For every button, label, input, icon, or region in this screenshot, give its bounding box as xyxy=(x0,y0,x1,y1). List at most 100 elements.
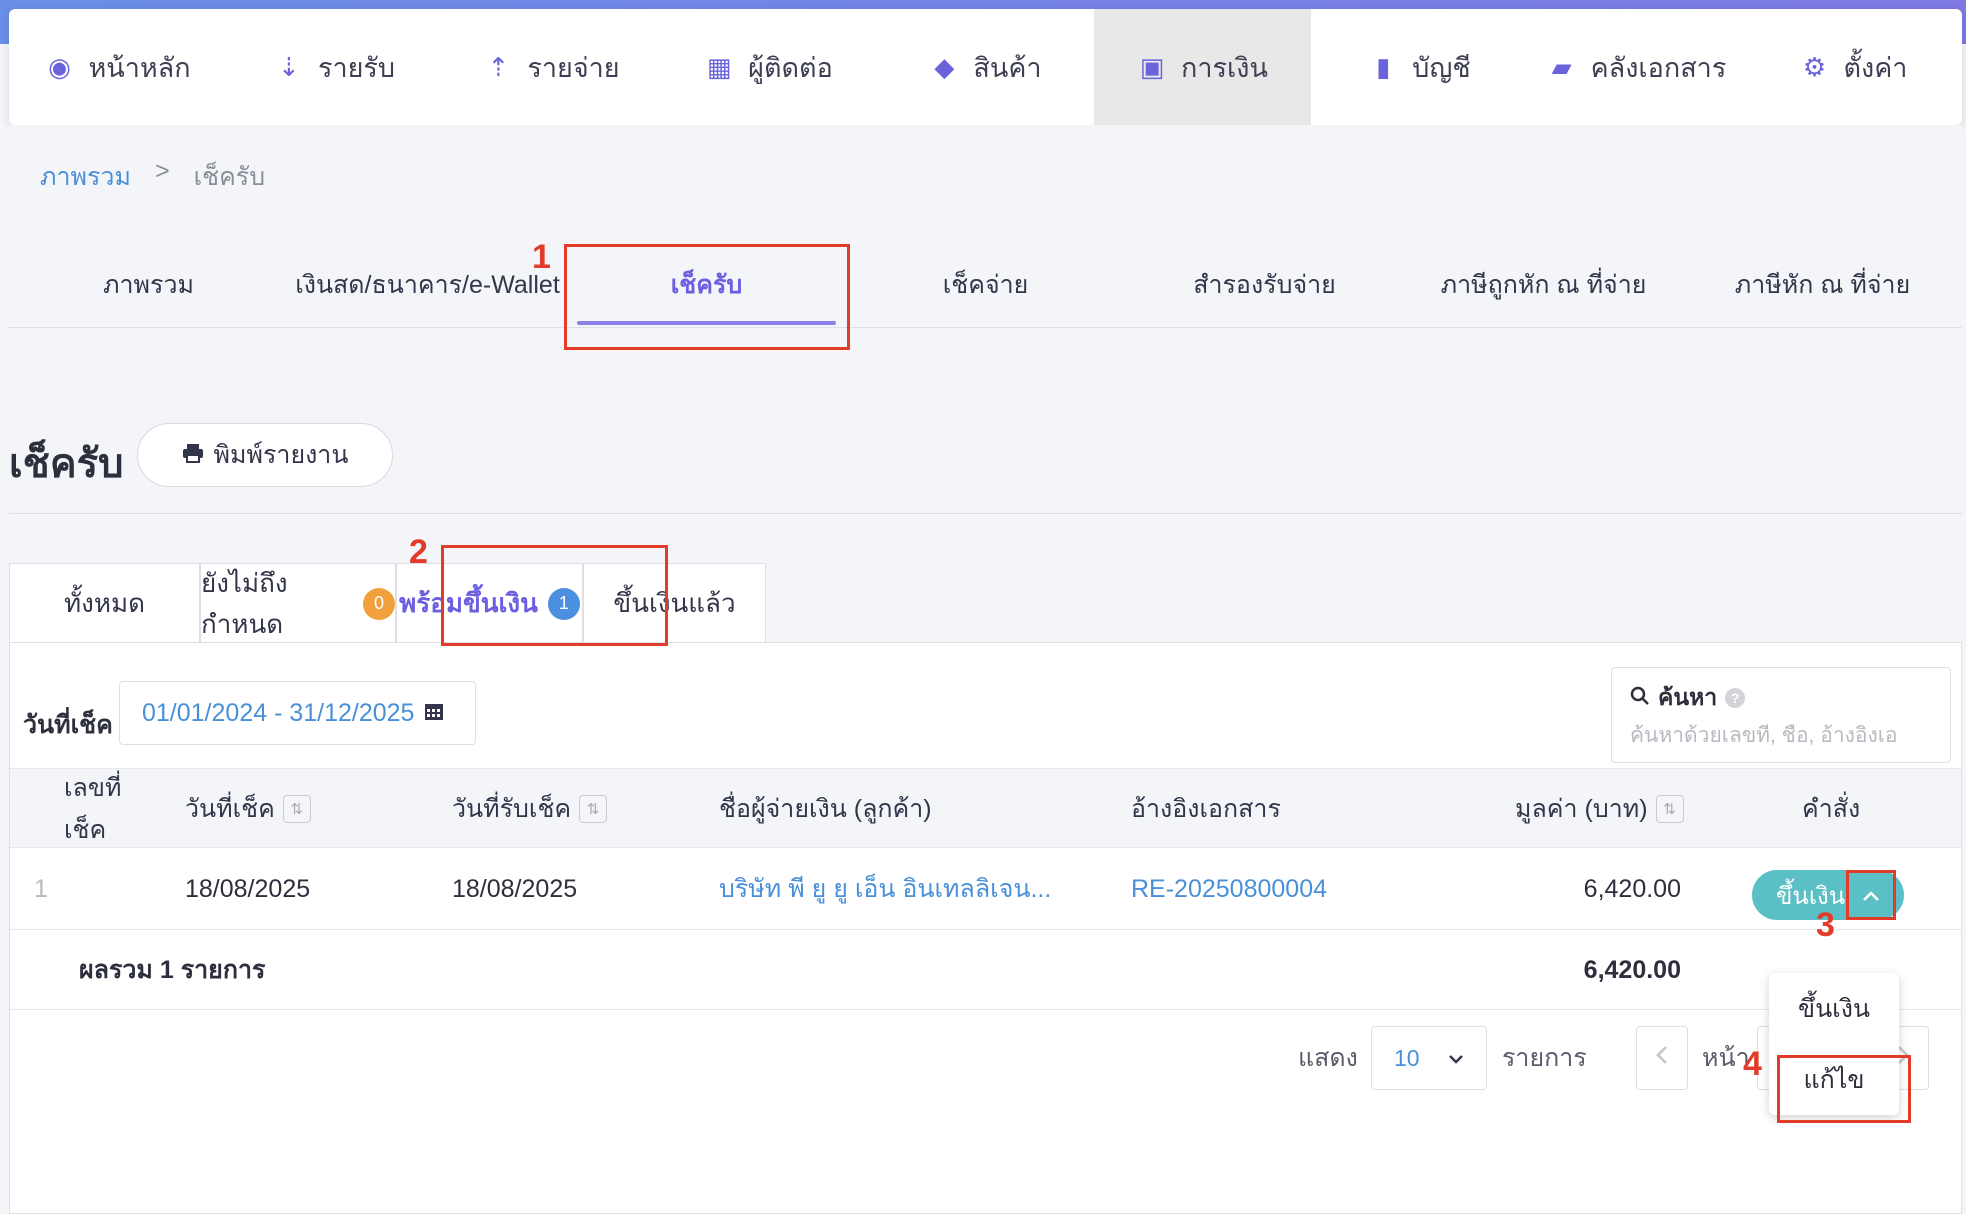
row-amount: 6,420.00 xyxy=(1583,874,1681,903)
prev-page-button[interactable] xyxy=(1636,1026,1688,1090)
folder-icon: ▰ xyxy=(1551,51,1572,82)
ledger-book-icon: ▮ xyxy=(1376,51,1391,82)
nav-item-label: สินค้า xyxy=(973,52,1042,83)
summary-label: ผลรวม 1 รายการ xyxy=(79,956,266,984)
header-action: คำสั่ง xyxy=(1802,795,1861,823)
calendar-icon xyxy=(424,699,444,728)
cheque-list-panel: วันที่เช็ค 01/01/2024 - 31/12/2025 ค้นหา… xyxy=(9,642,1962,1214)
page-size-select[interactable]: 10 xyxy=(1371,1026,1487,1090)
chevron-left-icon xyxy=(1656,1044,1668,1072)
section-divider xyxy=(9,513,1962,514)
header-cheque-no-line1: เลขที่ xyxy=(64,774,122,802)
nav-item-label: บัญชี xyxy=(1412,52,1471,83)
status-tab-label: ยังไม่ถึงกำหนด xyxy=(201,567,288,639)
dashboard-icon: ◉ xyxy=(48,51,71,82)
row-reference-link[interactable]: RE-20250800004 xyxy=(1131,848,1327,930)
header-check-date[interactable]: วันที่เช็ค ⇅ xyxy=(185,769,311,849)
breadcrumb-separator: > xyxy=(154,157,170,185)
table-row: 1 18/08/2025 18/08/2025 บริษัท พี ยู ยู … xyxy=(10,848,1961,930)
sort-icon[interactable]: ⇅ xyxy=(282,795,311,823)
sort-icon[interactable]: ⇅ xyxy=(1655,795,1684,823)
nav-item-settings[interactable]: ⚙ ตั้งค่า xyxy=(1745,9,1962,125)
search-icon xyxy=(1630,685,1650,712)
main-nav: ◉ หน้าหลัก ⇣ รายรับ ⇡ รายจ่าย ▦ ผู้ติดต่อ ◆ ส… xyxy=(9,9,1962,125)
subtab-overview[interactable]: ภาพรวม xyxy=(9,242,288,327)
nav-item-label: หน้าหลัก xyxy=(88,52,191,83)
header-reference: อ้างอิงเอกสาร xyxy=(1131,795,1281,823)
subtab-withholding-tax-paid[interactable]: ภาษีหัก ณ ที่จ่าย xyxy=(1683,242,1962,327)
nav-item-contacts[interactable]: ▦ ผู้ติดต่อ xyxy=(660,9,877,125)
money-icon: ▣ xyxy=(1139,51,1165,82)
subtab-withholding-tax-deducted[interactable]: ภาษีถูกหัก ณ ที่จ่าย xyxy=(1404,242,1683,327)
nav-item-label: รายรับ xyxy=(317,52,396,83)
nav-item-income[interactable]: ⇣ รายรับ xyxy=(226,9,443,125)
help-icon[interactable]: ? xyxy=(1725,688,1746,708)
table-header: เลขที่ เช็ค วันที่เช็ค ⇅ วันที่รับเช็ค ⇅ ช… xyxy=(10,768,1961,848)
table-summary-row: ผลรวม 1 รายการ 6,420.00 xyxy=(10,930,1961,1010)
print-report-label: พิมพ์รายงาน xyxy=(213,441,349,469)
sort-icon[interactable]: ⇅ xyxy=(579,795,608,823)
header-check-date-label: วันที่เช็ค xyxy=(185,795,275,823)
nav-item-finance[interactable]: ▣ การเงิน xyxy=(1094,9,1311,125)
search-box: ค้นหา ? xyxy=(1611,667,1951,763)
annotation-box-2 xyxy=(441,545,668,646)
nav-item-label: ตั้งค่า xyxy=(1843,52,1908,83)
nav-item-label: การเงิน xyxy=(1181,52,1268,83)
search-title: ค้นหา ? xyxy=(1630,680,1932,716)
main-content: ภาพรวม > เช็ครับ ภาพรวม เงินสด/ธนาคาร/e-… xyxy=(9,125,1962,1214)
dropdown-item-deposit[interactable]: ขึ้นเงิน xyxy=(1769,973,1899,1044)
search-label: ค้นหา xyxy=(1658,684,1718,710)
contacts-icon: ▦ xyxy=(706,51,732,82)
nav-item-expense[interactable]: ⇡ รายจ่าย xyxy=(443,9,660,125)
status-tab-label: ทั้งหมด xyxy=(64,588,145,618)
status-tab-all[interactable]: ทั้งหมด xyxy=(9,563,200,643)
nav-item-label: ผู้ติดต่อ xyxy=(748,52,833,83)
nav-item-label: คลังเอกสาร xyxy=(1590,52,1727,83)
product-box-icon: ◆ xyxy=(934,51,955,82)
annotation-number-1: 1 xyxy=(532,238,551,276)
pagination: แสดง 10 รายการ หน้า 1 xyxy=(10,1013,1961,1103)
show-label: แสดง xyxy=(1298,1044,1358,1072)
header-received-date-label: วันที่รับเช็ค xyxy=(452,795,572,823)
nav-item-label: รายจ่าย xyxy=(527,52,620,83)
page-title: เช็ครับ xyxy=(9,442,124,486)
annotation-box-4 xyxy=(1777,1055,1911,1123)
nav-item-home[interactable]: ◉ หน้าหลัก xyxy=(9,9,226,125)
header-cheque-no: เลขที่ เช็ค xyxy=(64,769,121,849)
header-amount[interactable]: มูลค่า (บาท) ⇅ xyxy=(1515,769,1684,849)
check-date-filter-label: วันที่เช็ค xyxy=(23,711,113,739)
header-cheque-no-line2: เช็ค xyxy=(64,816,107,844)
items-label: รายการ xyxy=(1502,1044,1587,1072)
nav-item-products[interactable]: ◆ สินค้า xyxy=(877,9,1094,125)
gear-icon: ⚙ xyxy=(1802,51,1827,82)
income-icon: ⇣ xyxy=(278,51,300,82)
subtab-petty-cash[interactable]: สำรองรับจ่าย xyxy=(1125,242,1404,327)
expense-icon: ⇡ xyxy=(487,51,510,82)
breadcrumb-parent-link[interactable]: ภาพรวม xyxy=(40,157,131,197)
subtab-cheques-paid[interactable]: เช็คจ่าย xyxy=(846,242,1125,327)
row-payer-link[interactable]: บริษัท พี ยู ยู เอ็น อินเทลลิเจน... xyxy=(719,848,1051,930)
header-amount-label: มูลค่า (บาท) xyxy=(1515,795,1648,823)
finance-subtabs: ภาพรวม เงินสด/ธนาคาร/e-Wallet เช็ครับ เช… xyxy=(9,242,1962,328)
chevron-down-icon xyxy=(1448,1048,1464,1069)
search-input[interactable] xyxy=(1630,724,1932,748)
date-range-picker[interactable]: 01/01/2024 - 31/12/2025 xyxy=(119,681,476,745)
row-received-date: 18/08/2025 xyxy=(452,874,578,903)
print-report-button[interactable]: พิมพ์รายงาน xyxy=(137,423,393,487)
annotation-number-3: 3 xyxy=(1816,906,1835,944)
row-number: 1 xyxy=(34,874,48,903)
nav-item-documents[interactable]: ▰ คลังเอกสาร xyxy=(1528,9,1745,125)
breadcrumb-current: เช็ครับ xyxy=(193,163,266,191)
status-tab-not-due[interactable]: ยังไม่ถึงกำหนด 0 xyxy=(200,563,396,643)
printer-icon xyxy=(182,441,204,470)
header-payer: ชื่อผู้จ่ายเงิน (ลูกค้า) xyxy=(719,795,932,823)
breadcrumb: ภาพรวม > เช็ครับ xyxy=(40,157,265,197)
page-size-value: 10 xyxy=(1394,1044,1420,1071)
subtab-cash-bank[interactable]: เงินสด/ธนาคาร/e-Wallet xyxy=(288,242,567,327)
chevron-up-icon xyxy=(1862,882,1880,908)
action-menu-toggle[interactable] xyxy=(1846,870,1896,920)
count-badge: 0 xyxy=(363,587,395,620)
annotation-number-4: 4 xyxy=(1743,1045,1762,1083)
nav-item-accounting[interactable]: ▮ บัญชี xyxy=(1311,9,1528,125)
header-received-date[interactable]: วันที่รับเช็ค ⇅ xyxy=(452,769,608,849)
